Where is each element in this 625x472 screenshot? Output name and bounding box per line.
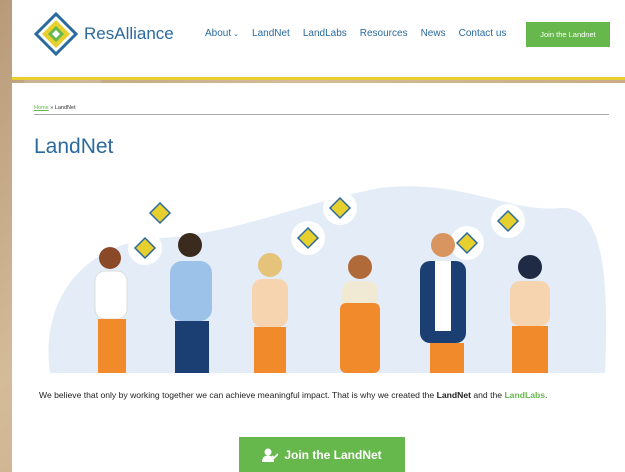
tagline-text: . — [545, 390, 548, 400]
tagline: We believe that only by working together… — [39, 390, 619, 400]
logo-text: ResAlliance — [84, 24, 174, 43]
resalliance-logo-icon — [34, 12, 78, 56]
breadcrumb-current: LandNet — [54, 105, 76, 111]
tagline-text: We believe that only by working together… — [39, 390, 437, 400]
tagline-text: and the — [470, 390, 505, 400]
nav-item-resources[interactable]: Resources — [360, 28, 408, 39]
nav-item-contact[interactable]: Contact us — [459, 28, 507, 39]
join-landnet-button-label: Join the LandNet — [284, 447, 382, 462]
nav-item-label: About — [205, 28, 232, 39]
breadcrumb-separator: » — [50, 105, 54, 111]
site-header: ResAlliance About ⌄ LandNet LandLabs Reso… — [12, 0, 625, 80]
page-title: LandNet — [34, 135, 114, 158]
join-landnet-button[interactable]: Join the LandNet — [239, 437, 405, 472]
nav-item-news[interactable]: News — [421, 28, 446, 39]
breadcrumb: Home » LandNet — [34, 105, 609, 115]
join-landnet-header-button[interactable]: Join the Landnet — [526, 22, 610, 47]
tagline-landnet: LandNet — [436, 390, 471, 400]
main-content: Home » LandNet LandNet We believe that o… — [12, 83, 625, 472]
main-nav: About ⌄ LandNet LandLabs Resources News C… — [205, 28, 519, 39]
nav-item-landnet[interactable]: LandNet — [252, 28, 290, 39]
chevron-down-icon: ⌄ — [233, 31, 240, 38]
team-illustration — [48, 186, 607, 373]
logo[interactable]: ResAlliance — [34, 12, 174, 56]
tagline-landlabs-link[interactable]: LandLabs — [504, 390, 545, 400]
breadcrumb-home-link[interactable]: Home — [34, 105, 49, 111]
nav-item-landlabs[interactable]: LandLabs — [303, 28, 347, 39]
user-check-icon — [262, 448, 279, 462]
nav-item-about[interactable]: About ⌄ — [205, 28, 239, 39]
